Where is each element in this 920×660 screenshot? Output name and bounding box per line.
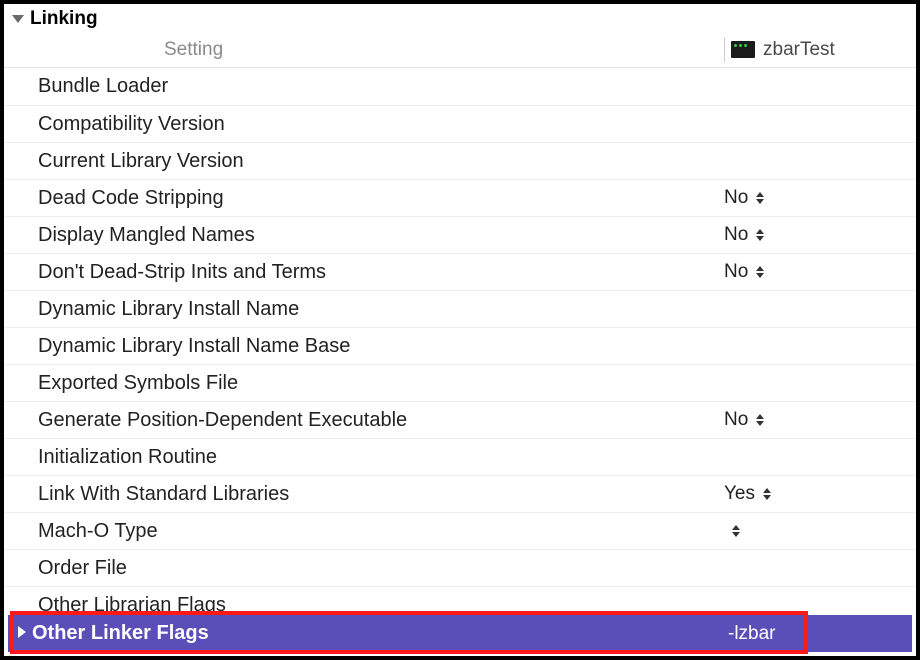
stepper-arrows-icon[interactable] (756, 266, 764, 278)
selected-row-container: Other Linker Flags -lzbar (8, 615, 912, 652)
setting-value: No (724, 409, 748, 431)
setting-row-other-linker-flags[interactable]: Other Linker Flags -lzbar (8, 615, 912, 652)
setting-row[interactable]: Dead Code StrippingNo (4, 179, 916, 216)
setting-label: Don't Dead-Strip Inits and Terms (4, 261, 724, 284)
setting-value: Yes (724, 483, 755, 505)
setting-label: Other Linker Flags (32, 622, 728, 645)
setting-row[interactable]: Order File (4, 549, 916, 586)
setting-label: Current Library Version (4, 150, 724, 173)
setting-row[interactable]: Initialization Routine (4, 438, 916, 475)
setting-label: Dynamic Library Install Name Base (4, 335, 724, 358)
target-app-icon (731, 41, 755, 58)
setting-label: Other Librarian Flags (4, 594, 724, 617)
columns-header: Setting zbarTest (4, 32, 916, 68)
section-header[interactable]: Linking (4, 4, 916, 32)
setting-row[interactable]: Display Mangled NamesNo (4, 216, 916, 253)
setting-row[interactable]: Exported Symbols File (4, 364, 916, 401)
setting-value-cell[interactable]: No (724, 224, 764, 246)
stepper-arrows-icon[interactable] (756, 192, 764, 204)
build-settings-panel: Linking Setting zbarTest Bundle Loader Co… (0, 0, 920, 660)
setting-value[interactable]: -lzbar (728, 623, 776, 645)
setting-value-cell[interactable]: Yes (724, 483, 771, 505)
setting-row[interactable]: Generate Position-Dependent ExecutableNo (4, 401, 916, 438)
disclosure-triangle-down-icon[interactable] (12, 15, 24, 23)
setting-row[interactable]: Dynamic Library Install Name Base (4, 327, 916, 364)
setting-label: Display Mangled Names (4, 224, 724, 247)
setting-row[interactable]: Mach-O Type (4, 512, 916, 549)
setting-row[interactable]: Don't Dead-Strip Inits and TermsNo (4, 253, 916, 290)
setting-value: No (724, 224, 748, 246)
setting-value-cell[interactable]: No (724, 261, 764, 283)
settings-rows: Bundle Loader Compatibility Version Curren… (4, 68, 916, 623)
setting-label: Exported Symbols File (4, 372, 724, 395)
setting-label: Dynamic Library Install Name (4, 298, 724, 321)
setting-label: Compatibility Version (4, 113, 724, 136)
setting-row[interactable]: Compatibility Version (4, 105, 916, 142)
setting-row[interactable]: Bundle Loader (4, 68, 916, 105)
setting-label: Generate Position-Dependent Executable (4, 409, 724, 432)
setting-value: No (724, 261, 748, 283)
setting-label: Bundle Loader (4, 75, 724, 98)
setting-value-cell[interactable] (724, 525, 740, 537)
section-title: Linking (30, 8, 98, 30)
setting-value: No (724, 187, 748, 209)
setting-row[interactable]: Current Library Version (4, 142, 916, 179)
column-header-target[interactable]: zbarTest (731, 39, 835, 61)
target-name: zbarTest (763, 39, 835, 61)
stepper-arrows-icon[interactable] (756, 229, 764, 241)
setting-label: Dead Code Stripping (4, 187, 724, 210)
column-separator (724, 37, 725, 63)
setting-label: Link With Standard Libraries (4, 483, 724, 506)
setting-value-cell[interactable]: No (724, 409, 764, 431)
setting-value-cell[interactable]: No (724, 187, 764, 209)
disclosure-triangle-right-icon[interactable] (18, 626, 26, 638)
setting-row[interactable]: Dynamic Library Install Name (4, 290, 916, 327)
column-header-setting: Setting (4, 39, 724, 61)
stepper-arrows-icon[interactable] (763, 488, 771, 500)
setting-label: Initialization Routine (4, 446, 724, 469)
setting-label: Order File (4, 557, 724, 580)
setting-label: Mach-O Type (4, 520, 724, 543)
stepper-arrows-icon[interactable] (756, 414, 764, 426)
stepper-arrows-icon[interactable] (732, 525, 740, 537)
setting-row[interactable]: Link With Standard LibrariesYes (4, 475, 916, 512)
